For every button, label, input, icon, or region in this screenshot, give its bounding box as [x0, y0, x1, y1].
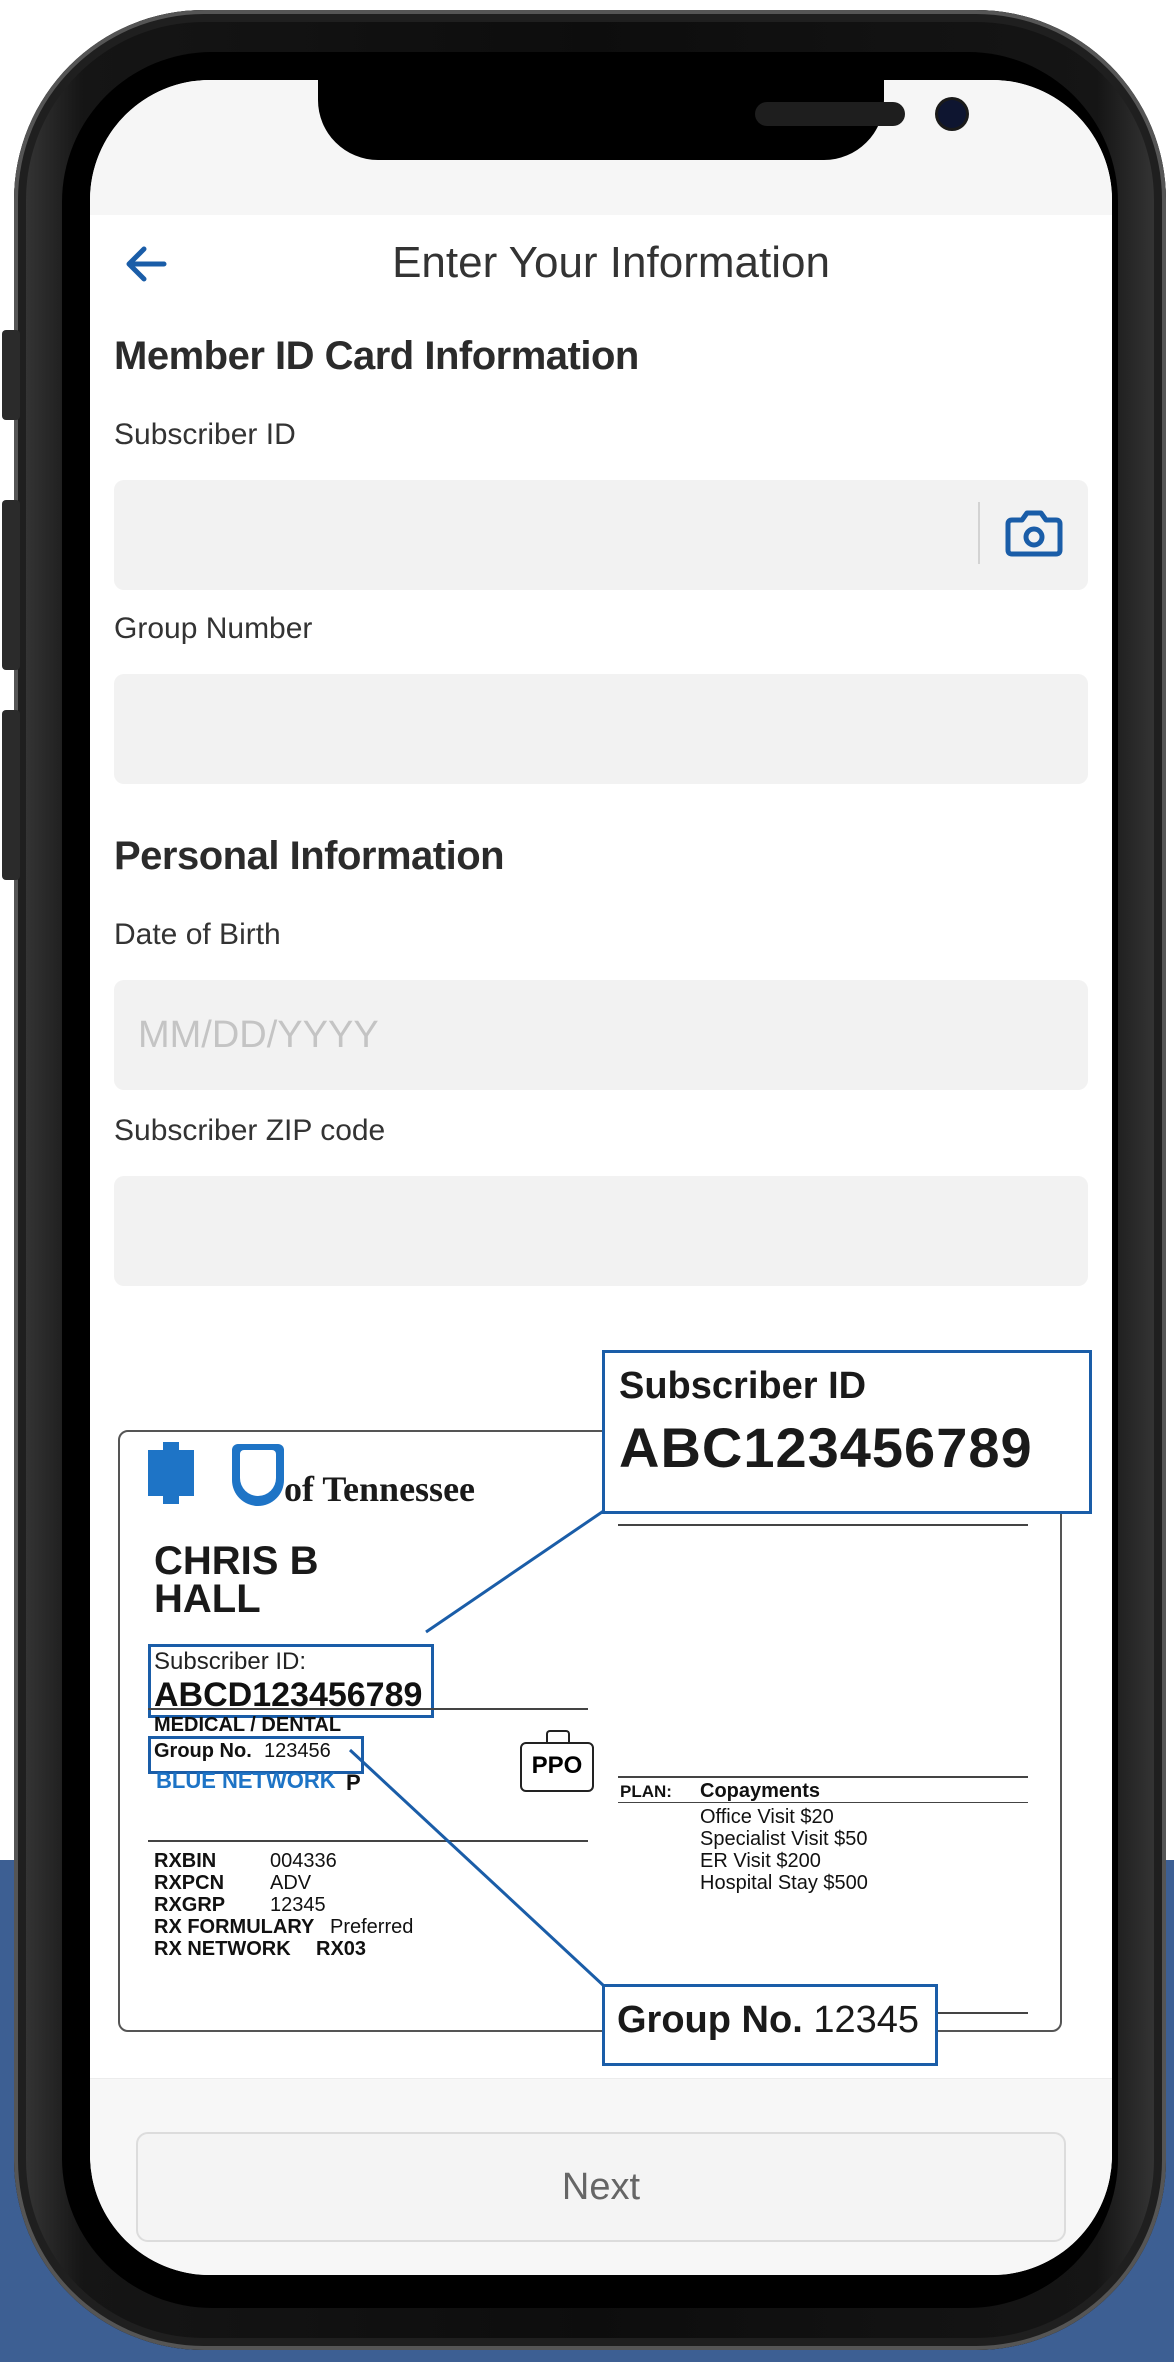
front-camera: [938, 100, 966, 128]
card-brand-text: of Tennessee: [284, 1469, 476, 1509]
card-network: BLUE NETWORK: [156, 1768, 336, 1793]
rx-key: RXBIN: [154, 1850, 217, 1872]
card-coverage: MEDICAL / DENTAL: [154, 1714, 342, 1736]
top-nav: Enter Your Information: [90, 218, 1112, 328]
volume-up-button: [2, 500, 20, 670]
volume-down-button: [2, 710, 20, 880]
group-number-label: Group Number: [114, 612, 313, 645]
date-of-birth-label: Date of Birth: [114, 918, 281, 951]
copay-line: Office Visit $20: [700, 1806, 834, 1828]
callout-group-value: 12345: [813, 1999, 919, 2041]
plan-label: PLAN:: [620, 1782, 672, 1801]
blue-shield-logo-icon: [232, 1444, 284, 1506]
blue-cross-logo-icon: [148, 1442, 194, 1504]
callout-group-text: Group No. 12345: [617, 1999, 919, 2042]
card-divider: [148, 1840, 588, 1842]
sample-id-card: of Tennessee CHRIS B HALL Subscriber ID:…: [118, 1430, 1062, 2032]
callout-subscriber-id-value: ABC123456789: [619, 1416, 1033, 1479]
copay-line: Specialist Visit $50: [700, 1828, 868, 1850]
zip-code-input[interactable]: [114, 1176, 1088, 1286]
subscriber-id-callout: Subscriber ID ABC123456789: [602, 1350, 1092, 1514]
card-divider: [148, 1708, 588, 1710]
notch: [318, 80, 966, 160]
next-button[interactable]: Next: [136, 2132, 1066, 2242]
card-divider: [618, 1524, 1028, 1526]
rx-value: RX03: [316, 1938, 367, 1960]
ppo-badge: PPO: [520, 1730, 594, 1792]
rx-key: RXGRP: [154, 1894, 226, 1916]
card-network-suffix: P: [346, 1770, 361, 1795]
plan-title: Copayments: [700, 1780, 821, 1802]
personal-info-section-title: Personal Information: [114, 834, 505, 878]
card-divider: [618, 1802, 1028, 1803]
copay-line: ER Visit $200: [700, 1850, 821, 1872]
subscriber-id-input[interactable]: [114, 480, 1088, 590]
card-subscriber-id-label: Subscriber ID:: [154, 1648, 307, 1675]
camera-icon[interactable]: [1004, 504, 1064, 560]
rx-key: RX FORMULARY: [154, 1916, 315, 1938]
rx-value: ADV: [270, 1872, 312, 1894]
copay-line: Hospital Stay $500: [700, 1872, 868, 1894]
card-group-value: 123456: [264, 1740, 331, 1762]
member-id-section-title: Member ID Card Information: [114, 334, 639, 378]
card-member-name-line1: CHRIS B: [154, 1539, 319, 1583]
card-member-name-line2: HALL: [154, 1577, 261, 1621]
speaker-grille: [755, 102, 905, 126]
card-divider: [618, 1776, 1028, 1778]
date-of-birth-input[interactable]: [114, 980, 1088, 1090]
card-group-label: Group No.: [154, 1740, 252, 1762]
callout-subscriber-id-label: Subscriber ID: [619, 1365, 867, 1407]
rx-key: RX NETWORK: [154, 1938, 291, 1960]
card-member-name: CHRIS B HALL: [154, 1539, 319, 1621]
callout-group-label: Group No.: [617, 1999, 803, 2041]
zip-code-label: Subscriber ZIP code: [114, 1114, 386, 1147]
page-title: Enter Your Information: [392, 238, 830, 287]
subscriber-id-label: Subscriber ID: [114, 418, 296, 451]
rx-value: 004336: [270, 1850, 337, 1872]
input-divider: [978, 502, 980, 564]
mute-switch: [2, 330, 20, 420]
rx-value: Preferred: [330, 1916, 414, 1938]
group-number-input[interactable]: [114, 674, 1088, 784]
group-number-callout: Group No. 12345: [602, 1984, 938, 2066]
rx-key: RXPCN: [154, 1872, 225, 1894]
phone-screen: Enter Your Information Member ID Card In…: [90, 80, 1112, 2275]
rx-value: 12345: [270, 1894, 326, 1916]
